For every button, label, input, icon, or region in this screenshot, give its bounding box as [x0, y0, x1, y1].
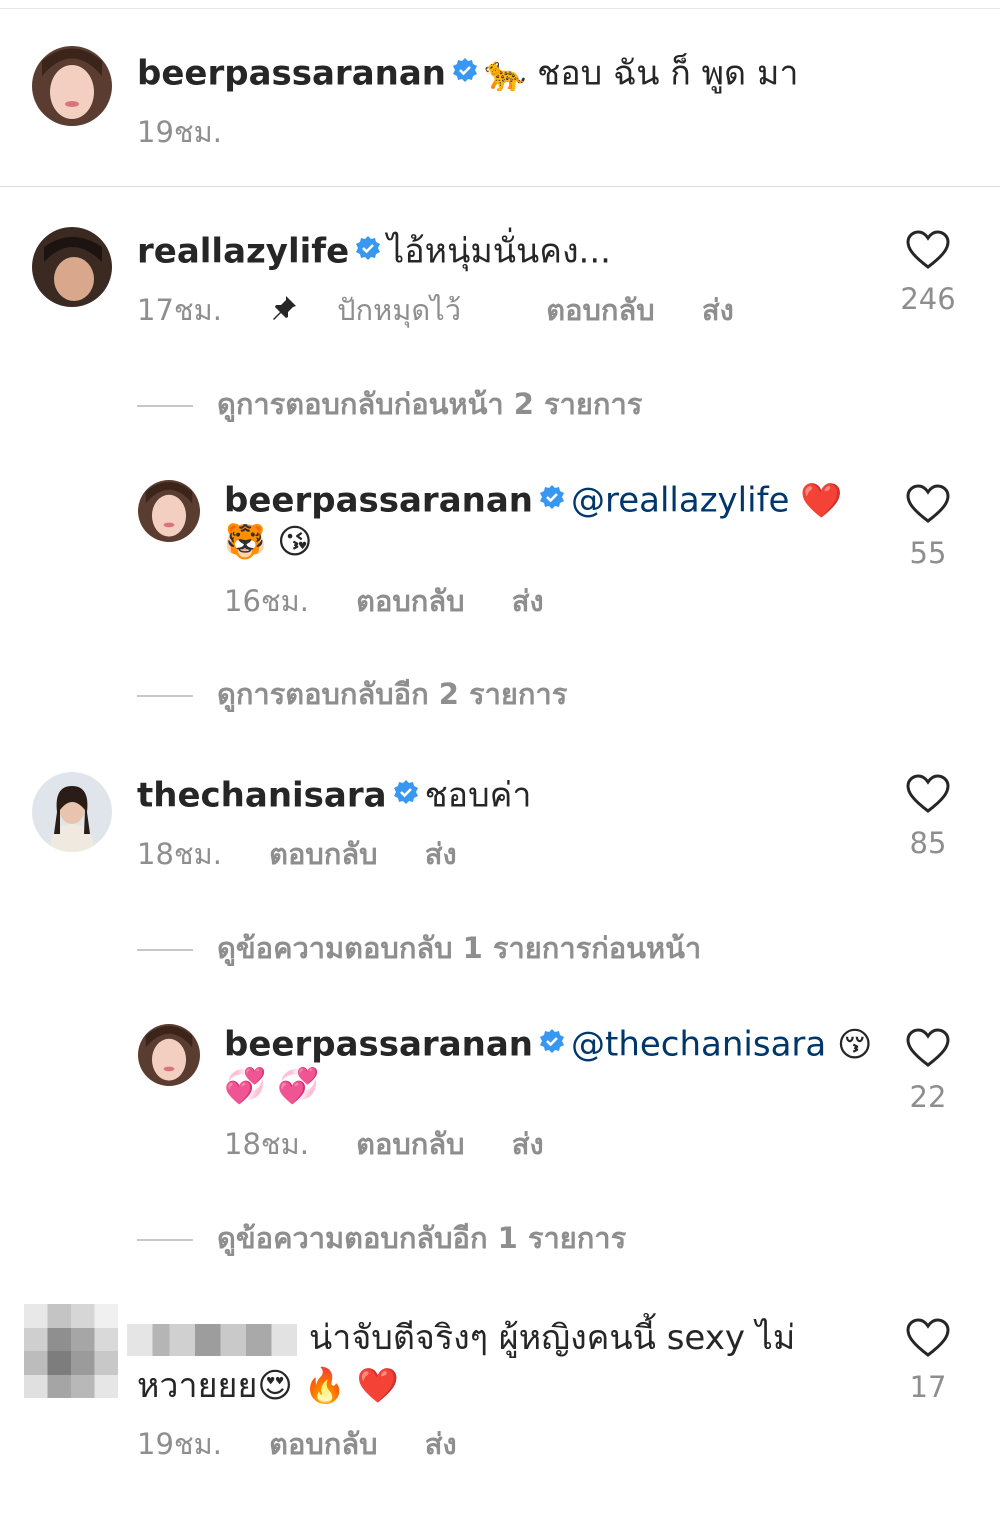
username[interactable]: thechanisara	[137, 776, 387, 816]
heart-emoji: ❤️	[800, 480, 843, 521]
reply-meta: 16ชม. ตอบกลับ ส่ง	[224, 583, 582, 619]
comment-text: ไอ้หนุ่มนั่นคง...	[387, 231, 611, 272]
verified-badge-icon	[539, 1021, 565, 1065]
top-divider	[0, 0, 1000, 9]
reply-line-2: 💞 💞	[224, 1064, 319, 1108]
send-button[interactable]: ส่ง	[425, 1427, 457, 1461]
comment-line-2: หวายยย😍 🔥 ❤️	[137, 1364, 399, 1408]
verified-badge-icon	[452, 50, 478, 94]
reply-line-1: beerpassaranan @thechanisara 😚	[224, 1021, 873, 1071]
view-previous-replies[interactable]: ดูข้อความตอบกลับ 1 รายการก่อนหน้า	[137, 930, 701, 966]
comment-text: ชอบค่า	[424, 775, 532, 816]
comment-line-1: น่าจับตีจริงๆ ผู้หญิงคนนี้ sexy ไม่	[127, 1316, 795, 1360]
timestamp: 18ชม.	[137, 837, 222, 871]
comment-meta: 19ชม. ตอบกลับ ส่ง	[137, 1426, 495, 1462]
timestamp: 18ชม.	[224, 1127, 309, 1161]
comment-text: น่าจับตีจริงๆ ผู้หญิงคนนี้ sexy ไม่	[309, 1318, 796, 1358]
pin-icon	[269, 293, 299, 331]
like-count: 55	[909, 536, 947, 570]
username[interactable]: beerpassaranan	[224, 1025, 533, 1065]
avatar[interactable]	[32, 227, 112, 307]
reply-button[interactable]: ตอบกลับ	[356, 1127, 464, 1161]
username[interactable]: reallazylife	[137, 232, 349, 272]
send-button[interactable]: ส่ง	[512, 584, 544, 618]
leopard-emoji: 🐆	[484, 53, 527, 94]
like-count: 246	[900, 282, 956, 316]
avatar[interactable]	[138, 1024, 200, 1086]
mention-link[interactable]: @reallazylife	[571, 481, 789, 521]
view-more-replies[interactable]: ดูการตอบกลับอีก 2 รายการ	[137, 676, 567, 712]
comment-line: reallazylife ไอ้หนุ่มนั่นคง...	[137, 228, 611, 278]
avatar[interactable]	[32, 772, 112, 852]
reply-line	[137, 405, 193, 407]
comment-line: thechanisara ชอบค่า	[137, 772, 532, 822]
send-button[interactable]: ส่ง	[702, 293, 734, 327]
caption-line: beerpassaranan 🐆 ชอบ ฉัน ก็ พูด มา	[137, 50, 798, 100]
timestamp: 17ชม.	[137, 293, 222, 327]
timestamp: 19ชม.	[137, 115, 222, 149]
like-count: 22	[909, 1080, 947, 1114]
reply-meta: 18ชม. ตอบกลับ ส่ง	[224, 1126, 582, 1162]
pinned-indicator: ปักหมุดไว้	[269, 293, 499, 327]
send-button[interactable]: ส่ง	[425, 837, 457, 871]
reply-button[interactable]: ตอบกลับ	[546, 293, 654, 327]
username[interactable]: beerpassaranan	[137, 54, 446, 94]
reply-line-2: 🐯 😘	[224, 520, 313, 564]
reply-line	[137, 695, 193, 697]
view-more-replies[interactable]: ดูข้อความตอบกลับอีก 1 รายการ	[137, 1220, 626, 1256]
like-count: 85	[909, 826, 947, 860]
post-meta: 19ชม.	[137, 114, 260, 150]
like-heart-icon[interactable]	[906, 484, 950, 528]
verified-badge-icon	[355, 228, 381, 272]
avatar[interactable]	[32, 46, 112, 126]
reply-line-1: beerpassaranan @reallazylife ❤️	[224, 477, 843, 527]
kissing-emoji: 😚	[837, 1024, 873, 1065]
username[interactable]: beerpassaranan	[224, 481, 533, 521]
reply-button[interactable]: ตอบกลับ	[269, 837, 377, 871]
emojis: 😍 🔥 ❤️	[257, 1366, 400, 1406]
timestamp: 19ชม.	[137, 1427, 222, 1461]
reply-line	[137, 1239, 193, 1241]
comment-meta: 17ชม. ปักหมุดไว้ ตอบกลับ ส่ง	[137, 292, 772, 331]
timestamp: 16ชม.	[224, 584, 309, 618]
like-count: 17	[909, 1370, 947, 1404]
like-heart-icon[interactable]	[906, 1318, 950, 1362]
avatar[interactable]	[138, 480, 200, 542]
comment-meta: 18ชม. ตอบกลับ ส่ง	[137, 836, 495, 872]
view-previous-replies[interactable]: ดูการตอบกลับก่อนหน้า 2 รายการ	[137, 386, 642, 422]
verified-badge-icon	[539, 477, 565, 521]
verified-badge-icon	[393, 772, 419, 816]
reply-line	[137, 949, 193, 951]
pixelated-avatar[interactable]	[24, 1304, 118, 1398]
caption-divider	[0, 186, 1000, 187]
comment-text: หวายยย	[137, 1366, 258, 1406]
reply-button[interactable]: ตอบกลับ	[269, 1427, 377, 1461]
mention-link[interactable]: @thechanisara	[571, 1025, 826, 1065]
caption-text: ชอบ ฉัน ก็ พูด มา	[537, 53, 799, 94]
like-heart-icon[interactable]	[906, 1028, 950, 1072]
like-heart-icon[interactable]	[906, 230, 950, 274]
hearts-emojis: 💞 💞	[224, 1066, 320, 1106]
tiger-kiss-emojis: 🐯 😘	[224, 522, 313, 562]
send-button[interactable]: ส่ง	[512, 1127, 544, 1161]
reply-button[interactable]: ตอบกลับ	[356, 584, 464, 618]
like-heart-icon[interactable]	[906, 774, 950, 818]
blurred-username[interactable]	[127, 1323, 297, 1356]
